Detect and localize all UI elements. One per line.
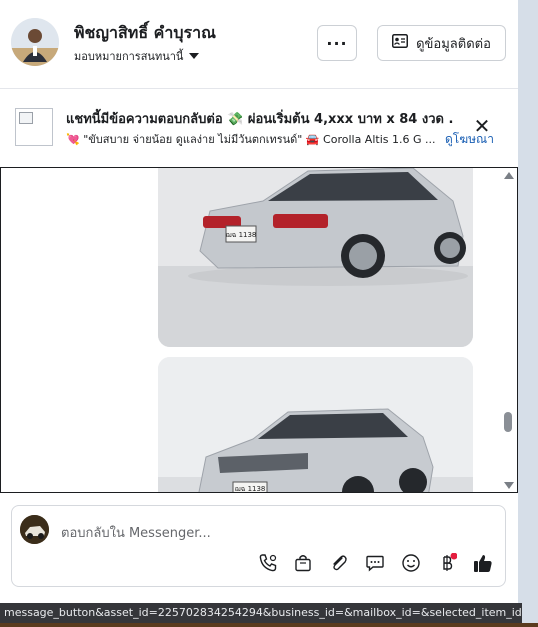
car-photo-front[interactable]: ฌฉ 1138 <box>158 357 473 493</box>
reply-composer: ตอบกลับใน Messenger... <box>11 505 506 587</box>
paperclip-icon[interactable] <box>328 552 350 574</box>
scrollbar[interactable] <box>500 169 516 491</box>
scroll-down-arrow-icon[interactable] <box>504 482 514 489</box>
car-photo-rear[interactable]: ฌฉ 1138 <box>158 168 473 347</box>
more-options-button[interactable]: ··· <box>317 25 357 61</box>
conversation-header: พิชญาสิทธิ์ คำบุราณ มอบหมายการสนทนานี้ ·… <box>0 0 518 89</box>
assign-label: มอบหมายการสนทนานี้ <box>74 50 184 63</box>
baht-icon[interactable] <box>436 552 458 574</box>
assign-conversation-dropdown[interactable]: มอบหมายการสนทนานี้ <box>74 47 200 65</box>
chevron-down-icon <box>189 53 200 59</box>
scroll-up-arrow-icon[interactable] <box>504 172 514 179</box>
avatar[interactable] <box>11 18 59 66</box>
contact-name: พิชญาสิทธิ์ คำบุราณ <box>74 23 216 42</box>
scrollbar-thumb[interactable] <box>504 412 512 432</box>
taskbar-edge <box>0 623 538 627</box>
phone-icon[interactable] <box>257 552 279 574</box>
ad-subtitle: 💘 "ขับสบาย จ่ายน้อย ดูแลง่าย ไม่มีวันตกเ… <box>66 133 436 146</box>
license-plate-text: ฌฉ 1138 <box>226 231 257 239</box>
ad-referral-banner: แชทนี้มีข้อความตอบกลับต่อ 💸 ผ่อนเริ่มต้น… <box>0 98 518 158</box>
page-avatar <box>20 515 49 544</box>
view-contact-button[interactable]: ดูข้อมูลติดต่อ <box>377 25 506 61</box>
message-thread[interactable]: ฌฉ 1138 ฌฉ 1138 <box>0 167 518 493</box>
contact-card-icon <box>392 34 409 52</box>
close-icon[interactable]: ✕ <box>472 116 492 136</box>
ad-title: แชทนี้มีข้อความตอบกลับต่อ 💸 ผ่อนเริ่มต้น… <box>66 112 454 127</box>
shopping-bag-icon[interactable] <box>292 552 314 574</box>
view-contact-label: ดูข้อมูลติดต่อ <box>416 36 491 52</box>
reply-input[interactable]: ตอบกลับใน Messenger... <box>61 522 211 543</box>
thumbs-up-icon[interactable] <box>472 552 494 574</box>
license-plate-text: ฌฉ 1138 <box>235 485 266 493</box>
browser-status-bar: message_button&asset_id=225702834254294&… <box>0 603 522 623</box>
chat-bubble-icon[interactable] <box>364 552 386 574</box>
page-side-strip <box>518 0 538 627</box>
ad-thumbnail[interactable] <box>15 108 53 146</box>
emoji-icon[interactable] <box>400 552 422 574</box>
